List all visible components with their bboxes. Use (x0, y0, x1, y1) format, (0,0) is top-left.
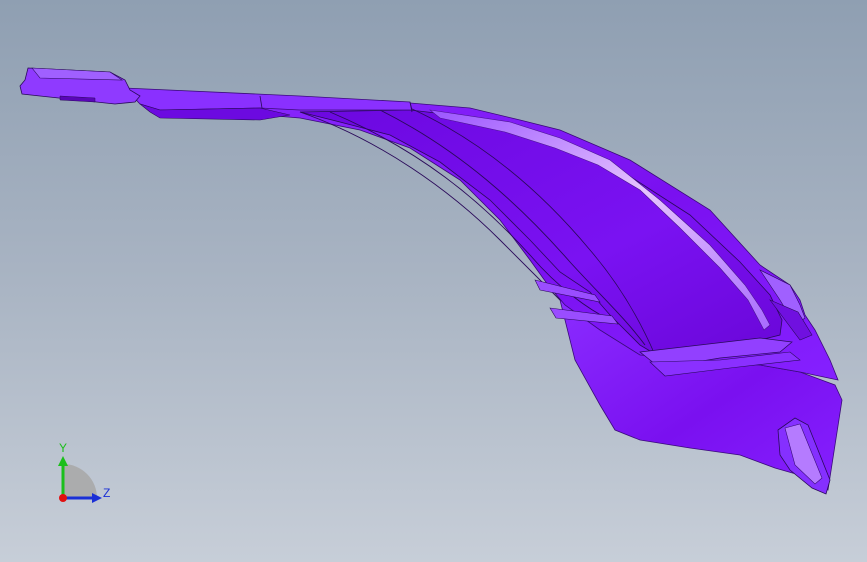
z-axis-label: Z (103, 486, 111, 500)
recessed-panel (299, 109, 783, 358)
view-orientation-triad: Y Z (40, 440, 120, 510)
z-axis-arrow (92, 493, 102, 503)
y-axis-arrow (58, 456, 68, 466)
x-axis-origin (59, 494, 67, 502)
graphics-viewport[interactable]: Y Z (0, 0, 867, 562)
y-axis-label: Y (59, 441, 68, 455)
support-arm (124, 87, 413, 111)
end-tab-top (31, 67, 124, 81)
cad-model[interactable] (0, 0, 867, 562)
triad-quadrant (63, 464, 97, 498)
